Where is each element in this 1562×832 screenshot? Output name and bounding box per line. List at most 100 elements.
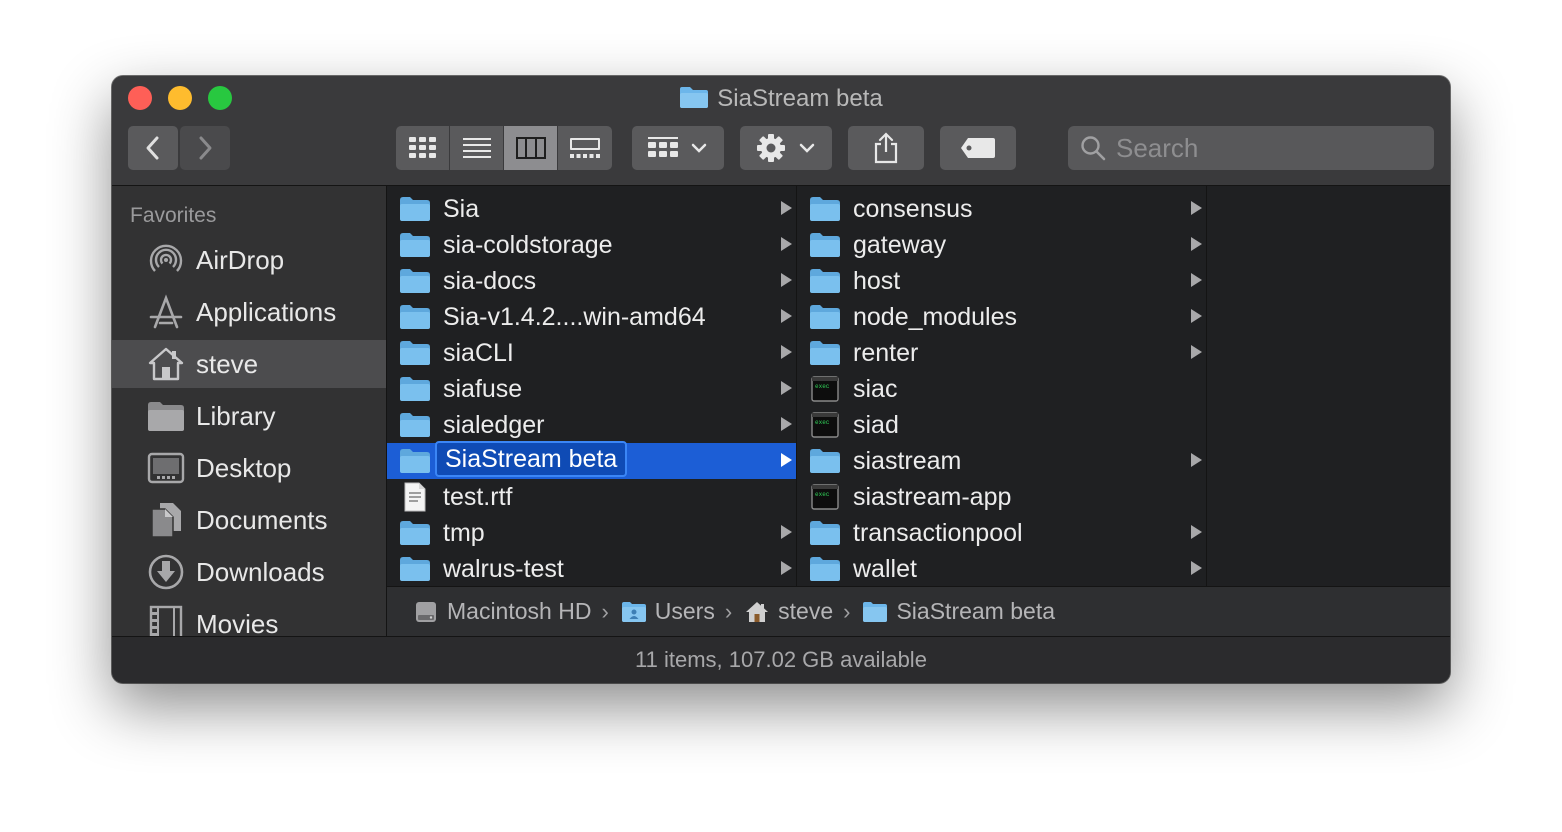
column-view-button[interactable]	[504, 126, 558, 170]
back-button[interactable]	[128, 126, 178, 170]
home-icon	[146, 344, 186, 384]
disclosure-arrow-icon	[781, 273, 792, 287]
item-name: tmp	[443, 519, 485, 547]
sidebar-item-desktop[interactable]: Desktop	[112, 444, 386, 492]
gallery-view-button[interactable]	[558, 126, 612, 170]
disclosure-arrow-icon	[1191, 525, 1202, 539]
item-name: Sia-v1.4.2....win-amd64	[443, 303, 706, 331]
svg-text:exec: exec	[815, 419, 830, 426]
search-input[interactable]	[1114, 131, 1418, 165]
column-item[interactable]: renter	[797, 335, 1206, 371]
item-name: siastream-app	[853, 483, 1012, 511]
disclosure-arrow-icon	[1191, 453, 1202, 467]
tags-button[interactable]	[940, 126, 1016, 170]
path-separator: ›	[601, 598, 609, 624]
folder-icon	[399, 194, 431, 224]
sidebar-item-downloads[interactable]: Downloads	[112, 548, 386, 596]
path-item-steve[interactable]: steve	[744, 598, 833, 625]
forward-button[interactable]	[180, 126, 230, 170]
column-item[interactable]: exec siac	[797, 371, 1206, 407]
folder-icon	[399, 302, 431, 332]
list-icon	[462, 138, 491, 158]
column-item[interactable]: transactionpool	[797, 515, 1206, 551]
column-item[interactable]: exec siastream-app	[797, 479, 1206, 515]
hard-drive-icon	[413, 599, 439, 625]
sidebar-item-steve[interactable]: steve	[112, 340, 386, 388]
browser-column-3[interactable]	[1207, 186, 1450, 586]
disclosure-arrow-icon	[1191, 345, 1202, 359]
column-item[interactable]: SiaStream beta	[387, 441, 796, 479]
folder-icon	[399, 410, 431, 440]
rtf-document-icon	[399, 482, 431, 512]
column-item[interactable]: Sia	[387, 191, 796, 227]
movies-icon	[146, 604, 186, 636]
column-item[interactable]: siastream	[797, 443, 1206, 479]
group-icon	[648, 137, 678, 157]
item-name: sia-coldstorage	[443, 231, 613, 259]
svg-text:exec: exec	[815, 383, 830, 390]
column-item[interactable]: siaCLI	[387, 335, 796, 371]
column-item[interactable]: Sia-v1.4.2....win-amd64	[387, 299, 796, 335]
sidebar-item-movies[interactable]: Movies	[112, 600, 386, 636]
path-bar: Macintosh HD › Users › steve › SiaStream…	[387, 586, 1450, 636]
column-item[interactable]: sia-coldstorage	[387, 227, 796, 263]
disclosure-arrow-icon	[1191, 561, 1202, 575]
airdrop-icon	[146, 240, 186, 280]
column-item[interactable]: walrus-test	[387, 551, 796, 586]
columns-icon	[515, 137, 546, 159]
folder-icon	[809, 194, 841, 224]
column-item[interactable]: sialedger	[387, 407, 796, 443]
item-name: siac	[853, 375, 898, 403]
disclosure-arrow-icon	[1191, 273, 1202, 287]
downloads-icon	[146, 552, 186, 592]
column-item[interactable]: tmp	[387, 515, 796, 551]
browser-column-2: consensus gateway host node_modules renter ex…	[797, 186, 1207, 586]
toolbar: SiaStream beta	[112, 76, 1450, 186]
desktop-icon	[146, 448, 186, 488]
item-name: siastream	[853, 447, 962, 475]
action-button[interactable]	[740, 126, 832, 170]
chevron-down-icon	[691, 143, 707, 153]
share-button[interactable]	[848, 126, 924, 170]
column-item[interactable]: siafuse	[387, 371, 796, 407]
search-field[interactable]	[1068, 126, 1434, 170]
path-item-macintosh-hd[interactable]: Macintosh HD	[413, 598, 591, 625]
applications-icon	[146, 292, 186, 332]
path-item-siastream-beta[interactable]: SiaStream beta	[862, 598, 1055, 625]
item-name: wallet	[853, 555, 917, 583]
column-item[interactable]: wallet	[797, 551, 1206, 586]
column-item[interactable]: exec siad	[797, 407, 1206, 443]
column-item[interactable]: test.rtf	[387, 479, 796, 515]
icon-view-button[interactable]	[396, 126, 450, 170]
path-separator: ›	[724, 598, 733, 624]
browser-column-1: Sia sia-coldstorage sia-docs Sia-v1.4.2....…	[387, 186, 797, 586]
folder-icon	[146, 396, 186, 436]
status-bar: 11 items, 107.02 GB available	[112, 636, 1450, 683]
chevron-right-icon	[199, 136, 212, 160]
sidebar-item-library[interactable]: Library	[112, 392, 386, 440]
sidebar-item-applications[interactable]: Applications	[112, 288, 386, 336]
column-item[interactable]: host	[797, 263, 1206, 299]
folder-icon	[399, 266, 431, 296]
search-icon	[1081, 136, 1106, 161]
folder-icon	[399, 338, 431, 368]
sidebar-item-airdrop[interactable]: AirDrop	[112, 236, 386, 284]
folder-icon	[399, 374, 431, 404]
group-by-button[interactable]	[632, 126, 724, 170]
item-name: siafuse	[443, 375, 523, 403]
item-name: consensus	[853, 195, 973, 223]
svg-text:exec: exec	[815, 491, 830, 498]
disclosure-arrow-icon	[781, 201, 792, 215]
column-item[interactable]: node_modules	[797, 299, 1206, 335]
list-view-button[interactable]	[450, 126, 504, 170]
column-item[interactable]: consensus	[797, 191, 1206, 227]
disclosure-arrow-icon	[781, 381, 792, 395]
column-item[interactable]: gateway	[797, 227, 1206, 263]
item-name: transactionpool	[853, 519, 1023, 547]
path-separator: ›	[843, 598, 851, 624]
sidebar: Favorites AirDrop Applications steve Lib…	[112, 186, 387, 636]
path-item-users[interactable]: Users	[621, 598, 715, 625]
sidebar-item-documents[interactable]: Documents	[112, 496, 386, 544]
column-item[interactable]: sia-docs	[387, 263, 796, 299]
disclosure-arrow-icon	[781, 453, 792, 467]
